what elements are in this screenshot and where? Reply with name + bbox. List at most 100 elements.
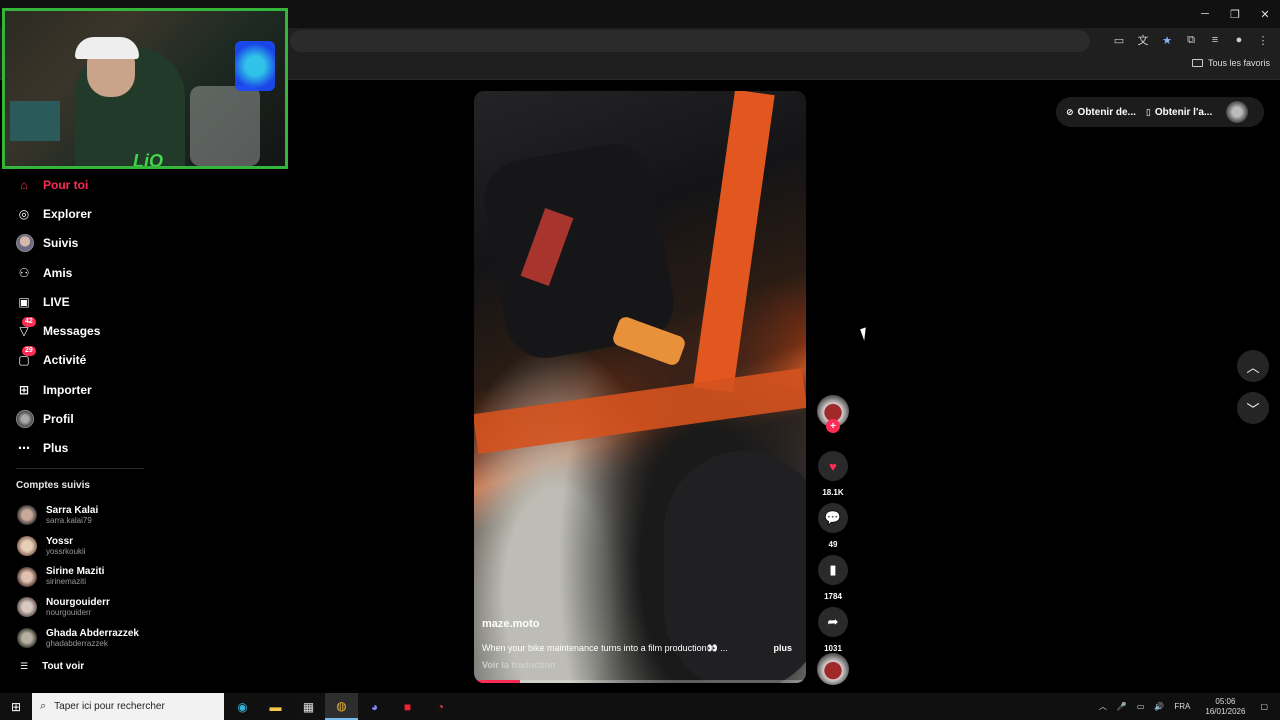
like-button[interactable]: ♥ [818, 451, 848, 481]
streaming-app-icon[interactable]: ■ [391, 693, 424, 720]
heart-icon: ♥ [829, 458, 837, 474]
video-progress-bar[interactable] [474, 680, 806, 683]
comment-icon: 💬 [824, 510, 842, 525]
video-progress-fill [474, 680, 521, 683]
minimize-button[interactable]: ─ [1190, 0, 1220, 28]
sound-avatar[interactable] [817, 653, 849, 685]
webcam-logo: LiO [133, 151, 163, 169]
see-all-button[interactable]: ☰ Tout voir [20, 661, 84, 672]
discord-icon[interactable]: ◕ [358, 693, 391, 720]
followed-account[interactable]: Nourgouiderr nourgouiderr [16, 592, 139, 623]
sidebar-item-profile[interactable]: Profil [16, 404, 100, 433]
account-handle: sirinemaziti [46, 577, 87, 587]
account-handle: nourgouiderr [46, 607, 92, 617]
save-button[interactable]: ▮ [818, 555, 848, 585]
followed-account[interactable]: Yossr yossrkoukii [16, 531, 139, 562]
menu-kebab-icon[interactable]: ⋮ [1254, 31, 1272, 49]
follow-plus-icon[interactable]: + [826, 419, 840, 433]
webcam-monitor [10, 101, 60, 141]
more-icon: ⋯ [18, 441, 30, 456]
start-button[interactable]: ⊞ [0, 693, 32, 720]
chrome-icon[interactable]: ◍ [325, 693, 358, 720]
cast-icon[interactable]: ▭ [1110, 31, 1128, 49]
obs-icon[interactable]: ◔ [424, 693, 457, 720]
file-explorer-icon[interactable]: ▬ [259, 693, 292, 720]
taskbar-search-placeholder: Taper ici pour rechercher [54, 701, 165, 712]
bookmark-star-icon[interactable]: ★ [1158, 31, 1176, 49]
extensions-icon[interactable]: ⧉ [1182, 31, 1200, 49]
avatar [17, 566, 37, 587]
account-name: Yossr [46, 535, 74, 547]
get-coins-label: Obtenir de... [1077, 106, 1136, 118]
translate-link[interactable]: Voir la traduction [482, 660, 796, 670]
all-bookmarks-button[interactable]: Tous les favoris [1191, 58, 1270, 68]
previous-video-button[interactable]: ︿ [1237, 350, 1269, 382]
notifications-icon[interactable]: ▢ [1260, 702, 1268, 711]
followed-account[interactable]: Ghada Abderrazzek ghadabderrazzek [16, 623, 139, 654]
creator-avatar[interactable]: + [817, 395, 849, 433]
share-button[interactable]: ➦ [818, 607, 848, 637]
user-avatar[interactable] [1226, 101, 1249, 123]
avatar [17, 628, 37, 649]
translate-icon[interactable]: 文 [1134, 31, 1152, 49]
sidebar-item-live[interactable]: ▣ LIVE [16, 287, 100, 316]
sidebar-item-label: Amis [43, 265, 73, 280]
sidebar-item-more[interactable]: ⋯ Plus [16, 434, 100, 463]
close-button[interactable]: ✕ [1250, 0, 1280, 28]
live-tv-icon: ▣ [18, 294, 30, 309]
top-right-bar: ⊘ Obtenir de... ▯ Obtenir l'a... [1056, 97, 1264, 127]
sidebar-item-messages[interactable]: ▽ 42 Messages [16, 316, 100, 345]
microphone-icon[interactable]: 🎤 [1117, 702, 1127, 711]
following-title: Comptes suivis [16, 480, 90, 491]
video-player[interactable]: maze.moto When your bike maintenance tur… [474, 91, 806, 683]
account-name: Sarra Kalai [46, 504, 99, 516]
sidebar-item-label: Plus [43, 441, 69, 456]
get-app-button[interactable]: ▯ Obtenir l'a... [1146, 107, 1212, 118]
get-coins-button[interactable]: ⊘ Obtenir de... [1066, 107, 1136, 118]
sidebar-item-label: Importer [43, 382, 92, 397]
network-icon[interactable]: ▭ [1137, 702, 1145, 711]
next-video-button[interactable]: ﹀ [1237, 392, 1269, 424]
comment-button[interactable]: 💬 [818, 503, 848, 533]
language-indicator[interactable]: FRA [1174, 702, 1190, 711]
avatar [17, 505, 37, 526]
sidebar-item-friends[interactable]: ⚇ Amis [16, 258, 100, 287]
address-bar[interactable] [290, 30, 1090, 52]
followed-account[interactable]: Sarra Kalai sarra.kalai79 [16, 500, 139, 531]
sidebar-item-following[interactable]: Suivis [16, 229, 100, 258]
volume-icon[interactable]: 🔊 [1154, 702, 1164, 711]
profile-avatar-icon[interactable]: ● [1230, 31, 1248, 49]
webcam-hex-lights [235, 41, 275, 91]
store-icon[interactable]: ▦ [292, 693, 325, 720]
see-all-label: Tout voir [42, 661, 85, 672]
sidebar-item-for-you[interactable]: ⌂ Pour toi [16, 170, 100, 199]
sidebar-item-label: Messages [43, 324, 101, 339]
sidebar-item-upload[interactable]: ⊞ Importer [16, 375, 100, 404]
webcam-chair [190, 86, 260, 166]
account-name: Ghada Abderrazzek [46, 627, 139, 639]
save-count: 1784 [824, 592, 842, 601]
clock-time: 05:06 [1215, 696, 1236, 706]
taskbar-search[interactable]: ⌕ Taper ici pour rechercher [32, 693, 224, 720]
followed-account[interactable]: Sirine Maziti sirinemaziti [16, 561, 139, 592]
sidebar-nav: ⌂ Pour toi ◎ Explorer Suivis ⚇ Amis ▣ LI… [16, 170, 100, 463]
edge-icon[interactable]: ◉ [226, 693, 259, 720]
profile-icon [16, 410, 34, 429]
restore-button[interactable]: ❐ [1220, 0, 1250, 28]
like-count: 18.1K [822, 488, 844, 497]
chevron-up-icon: ︿ [1246, 359, 1260, 375]
media-icon[interactable]: ≡ [1206, 31, 1224, 49]
browser-toolbar: ▭ 文 ★ ⧉ ≡ ● ⋮ [1110, 31, 1272, 49]
video-username[interactable]: maze.moto [482, 618, 796, 630]
home-icon: ⌂ [20, 177, 28, 192]
sidebar-item-explore[interactable]: ◎ Explorer [16, 199, 100, 228]
tray-chevron-icon[interactable]: ︿ [1099, 701, 1107, 712]
video-frame-shape [474, 368, 806, 454]
account-handle: yossrkoukii [46, 546, 86, 556]
taskbar-apps: ◉ ▬ ▦ ◍ ◕ ■ ◔ [226, 693, 457, 720]
sidebar-item-label: LIVE [43, 294, 70, 309]
clock[interactable]: 05:06 16/01/2026 [1205, 697, 1245, 717]
more-button[interactable]: plus [773, 643, 792, 654]
video-description: When your bike maintenance turns into a … [482, 643, 728, 653]
sidebar-item-activity[interactable]: ▢ 29 Activité [16, 346, 100, 375]
